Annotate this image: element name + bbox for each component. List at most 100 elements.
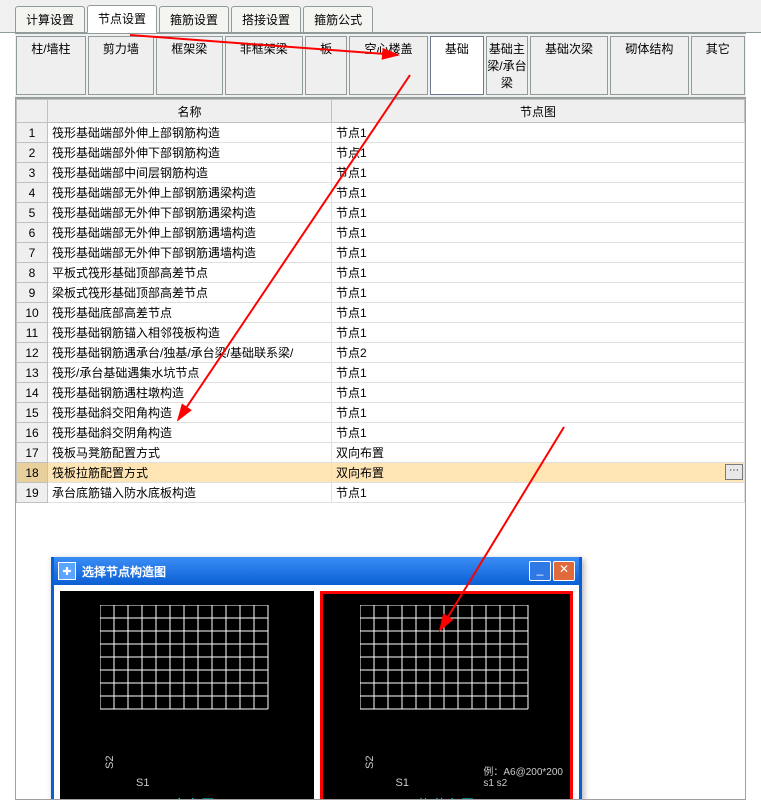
table-row[interactable]: 19承台底筋锚入防水底板构造节点1 bbox=[17, 483, 745, 503]
table-row[interactable]: 15筏形基础斜交阳角构造节点1 bbox=[17, 403, 745, 423]
cell-fig[interactable]: 节点1 bbox=[332, 223, 745, 243]
cell-fig[interactable]: 双向布置 bbox=[332, 443, 745, 463]
table-row[interactable]: 6筏形基础端部无外伸上部钢筋遇墙构造节点1 bbox=[17, 223, 745, 243]
header-name[interactable]: 名称 bbox=[48, 100, 332, 123]
header-fig[interactable]: 节点图 bbox=[332, 100, 745, 123]
top-tab-bar: 计算设置 节点设置 箍筋设置 搭接设置 箍筋公式 bbox=[0, 0, 761, 33]
table-row[interactable]: 18筏板拉筋配置方式双向布置⋯ bbox=[17, 463, 745, 483]
table-row[interactable]: 10筏形基础底部高差节点节点1 bbox=[17, 303, 745, 323]
select-node-dialog[interactable]: ✚ 选择节点构造图 _ ✕ S1 S2 双向布置 S1 S2 bbox=[51, 557, 582, 800]
table-row[interactable]: 3筏形基础端部中间层钢筋构造节点1 bbox=[17, 163, 745, 183]
cell-fig[interactable]: 节点1 bbox=[332, 303, 745, 323]
row-number: 16 bbox=[17, 423, 48, 443]
row-number: 15 bbox=[17, 403, 48, 423]
row-number: 7 bbox=[17, 243, 48, 263]
btn-shear-wall[interactable]: 剪力墙 bbox=[88, 36, 154, 95]
cell-fig[interactable]: 节点1 bbox=[332, 363, 745, 383]
cell-fig[interactable]: 节点1 bbox=[332, 403, 745, 423]
btn-frame-beam[interactable]: 框架梁 bbox=[156, 36, 222, 95]
dialog-titlebar[interactable]: ✚ 选择节点构造图 _ ✕ bbox=[54, 557, 579, 585]
cell-name[interactable]: 筏形基础端部外伸上部钢筋构造 bbox=[48, 123, 332, 143]
minimize-button[interactable]: _ bbox=[529, 561, 551, 581]
table-row[interactable]: 11筏形基础钢筋锚入相邻筏板构造节点1 bbox=[17, 323, 745, 343]
tab-calc-settings[interactable]: 计算设置 bbox=[15, 6, 85, 32]
btn-hollow-floor[interactable]: 空心楼盖 bbox=[349, 36, 427, 95]
btn-slab[interactable]: 板 bbox=[305, 36, 347, 95]
cell-fig[interactable]: 双向布置⋯ bbox=[332, 463, 745, 483]
cell-name[interactable]: 筏形基础端部无外伸下部钢筋遇墙构造 bbox=[48, 243, 332, 263]
cell-fig[interactable]: 节点1 bbox=[332, 163, 745, 183]
cell-name[interactable]: 筏形基础端部无外伸下部钢筋遇梁构造 bbox=[48, 203, 332, 223]
cell-fig[interactable]: 节点1 bbox=[332, 183, 745, 203]
cell-fig[interactable]: 节点1 bbox=[332, 263, 745, 283]
category-toolbar: 柱/墙柱 剪力墙 框架梁 非框架梁 板 空心楼盖 基础 基础主梁/承台梁 基础次… bbox=[15, 33, 746, 98]
axis-s2-b: S2 bbox=[364, 756, 376, 769]
tab-overlap-settings[interactable]: 搭接设置 bbox=[231, 6, 301, 32]
tab-stirrup-settings[interactable]: 箍筋设置 bbox=[159, 6, 229, 32]
dialog-title-text: 选择节点构造图 bbox=[82, 563, 527, 580]
axis-s2: S2 bbox=[104, 756, 116, 769]
btn-nonframe-beam[interactable]: 非框架梁 bbox=[225, 36, 303, 95]
header-blank bbox=[17, 100, 48, 123]
btn-foundation-main-beam[interactable]: 基础主梁/承台梁 bbox=[486, 36, 528, 95]
cell-name[interactable]: 梁板式筏形基础顶部高差节点 bbox=[48, 283, 332, 303]
row-number: 12 bbox=[17, 343, 48, 363]
row-number: 6 bbox=[17, 223, 48, 243]
btn-other[interactable]: 其它 bbox=[691, 36, 745, 95]
option-bidirectional[interactable]: S1 S2 双向布置 bbox=[60, 591, 314, 800]
cell-name[interactable]: 承台底筋锚入防水底板构造 bbox=[48, 483, 332, 503]
cell-fig[interactable]: 节点1 bbox=[332, 143, 745, 163]
cell-fig[interactable]: 节点1 bbox=[332, 483, 745, 503]
row-number: 17 bbox=[17, 443, 48, 463]
tab-stirrup-formula[interactable]: 箍筋公式 bbox=[303, 6, 373, 32]
btn-column-wall[interactable]: 柱/墙柱 bbox=[16, 36, 86, 95]
table-row[interactable]: 1筏形基础端部外伸上部钢筋构造节点1 bbox=[17, 123, 745, 143]
cell-name[interactable]: 筏板马凳筋配置方式 bbox=[48, 443, 332, 463]
ellipsis-button[interactable]: ⋯ bbox=[725, 464, 743, 480]
btn-masonry[interactable]: 砌体结构 bbox=[610, 36, 688, 95]
cell-fig[interactable]: 节点1 bbox=[332, 243, 745, 263]
cell-name[interactable]: 筏形基础钢筋锚入相邻筏板构造 bbox=[48, 323, 332, 343]
table-row[interactable]: 16筏形基础斜交阴角构造节点1 bbox=[17, 423, 745, 443]
axis-s1-b: S1 bbox=[396, 777, 409, 789]
node-table[interactable]: 名称 节点图 1筏形基础端部外伸上部钢筋构造节点12筏形基础端部外伸下部钢筋构造… bbox=[16, 99, 745, 503]
grid-graphic-2 bbox=[360, 605, 530, 725]
cell-name[interactable]: 筏形基础斜交阴角构造 bbox=[48, 423, 332, 443]
option-label-2: 梅花布置 bbox=[418, 795, 474, 800]
option-plum-blossom[interactable]: S1 S2 例：A6@200*200 s1 s2 梅花布置 bbox=[320, 591, 574, 800]
cell-name[interactable]: 筏形基础端部外伸下部钢筋构造 bbox=[48, 143, 332, 163]
close-button[interactable]: ✕ bbox=[553, 561, 575, 581]
cell-fig[interactable]: 节点1 bbox=[332, 123, 745, 143]
cell-name[interactable]: 筏形基础底部高差节点 bbox=[48, 303, 332, 323]
cell-name[interactable]: 平板式筏形基础顶部高差节点 bbox=[48, 263, 332, 283]
cell-fig[interactable]: 节点1 bbox=[332, 283, 745, 303]
table-row[interactable]: 12筏形基础钢筋遇承台/独基/承台梁/基础联系梁/节点2 bbox=[17, 343, 745, 363]
table-row[interactable]: 8平板式筏形基础顶部高差节点节点1 bbox=[17, 263, 745, 283]
table-row[interactable]: 2筏形基础端部外伸下部钢筋构造节点1 bbox=[17, 143, 745, 163]
cell-name[interactable]: 筏形基础端部无外伸上部钢筋遇梁构造 bbox=[48, 183, 332, 203]
table-row[interactable]: 5筏形基础端部无外伸下部钢筋遇梁构造节点1 bbox=[17, 203, 745, 223]
cell-name[interactable]: 筏形基础钢筋遇承台/独基/承台梁/基础联系梁/ bbox=[48, 343, 332, 363]
cell-fig[interactable]: 节点1 bbox=[332, 423, 745, 443]
table-row[interactable]: 9梁板式筏形基础顶部高差节点节点1 bbox=[17, 283, 745, 303]
table-row[interactable]: 7筏形基础端部无外伸下部钢筋遇墙构造节点1 bbox=[17, 243, 745, 263]
cell-name[interactable]: 筏形基础端部中间层钢筋构造 bbox=[48, 163, 332, 183]
btn-foundation-secondary-beam[interactable]: 基础次梁 bbox=[530, 36, 608, 95]
row-number: 8 bbox=[17, 263, 48, 283]
cell-fig[interactable]: 节点1 bbox=[332, 203, 745, 223]
cell-name[interactable]: 筏形/承台基础遇集水坑节点 bbox=[48, 363, 332, 383]
cell-fig[interactable]: 节点1 bbox=[332, 323, 745, 343]
axis-s1: S1 bbox=[136, 777, 149, 789]
cell-fig[interactable]: 节点2 bbox=[332, 343, 745, 363]
table-row[interactable]: 4筏形基础端部无外伸上部钢筋遇梁构造节点1 bbox=[17, 183, 745, 203]
cell-name[interactable]: 筏板拉筋配置方式 bbox=[48, 463, 332, 483]
btn-foundation[interactable]: 基础 bbox=[430, 36, 484, 95]
cell-name[interactable]: 筏形基础斜交阳角构造 bbox=[48, 403, 332, 423]
table-row[interactable]: 14筏形基础钢筋遇柱墩构造节点1 bbox=[17, 383, 745, 403]
table-row[interactable]: 17筏板马凳筋配置方式双向布置 bbox=[17, 443, 745, 463]
table-row[interactable]: 13筏形/承台基础遇集水坑节点节点1 bbox=[17, 363, 745, 383]
tab-node-settings[interactable]: 节点设置 bbox=[87, 5, 157, 33]
cell-name[interactable]: 筏形基础端部无外伸上部钢筋遇墙构造 bbox=[48, 223, 332, 243]
cell-name[interactable]: 筏形基础钢筋遇柱墩构造 bbox=[48, 383, 332, 403]
cell-fig[interactable]: 节点1 bbox=[332, 383, 745, 403]
